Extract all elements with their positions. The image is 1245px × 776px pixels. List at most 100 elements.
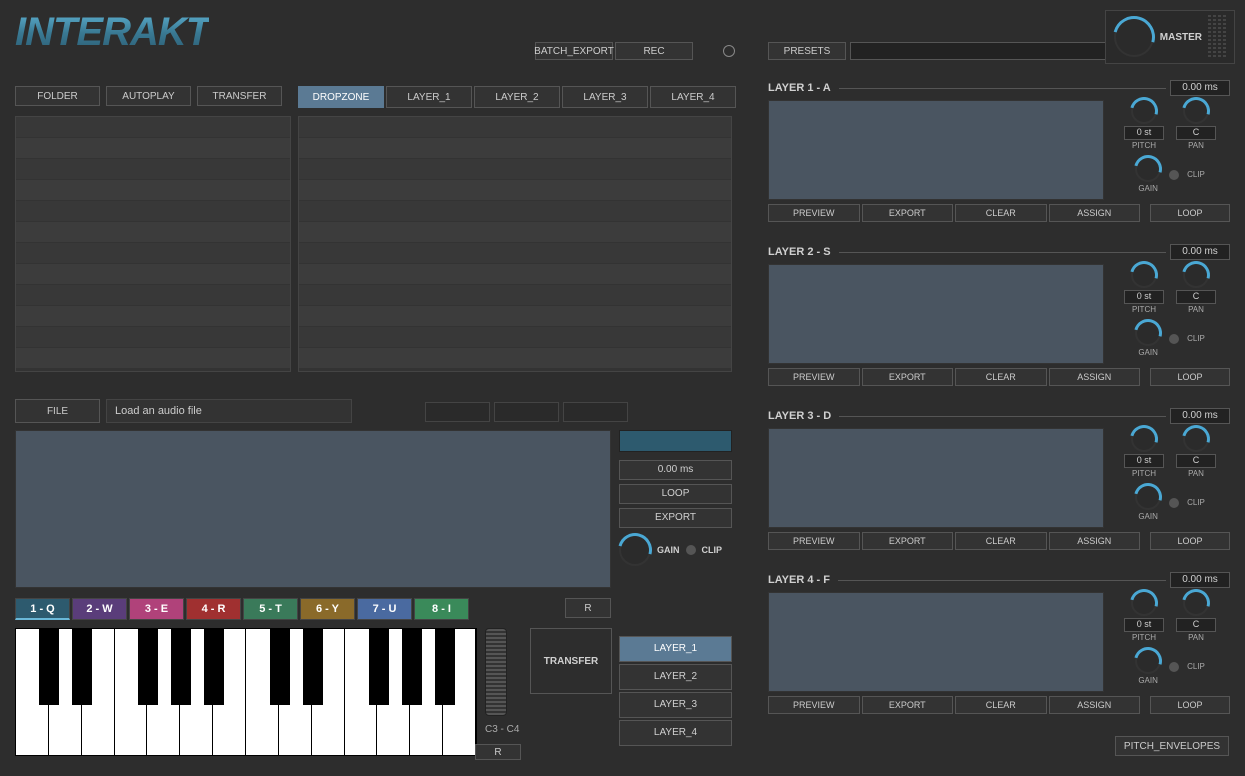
- presets-button[interactable]: PRESETS: [768, 42, 846, 60]
- master-gain-knob[interactable]: [1114, 17, 1154, 57]
- layer-gain-knob[interactable]: [1135, 484, 1161, 510]
- tab-layer-3[interactable]: LAYER_3: [562, 86, 648, 108]
- layer-export-button[interactable]: EXPORT: [862, 204, 954, 222]
- tab-layer-1[interactable]: LAYER_1: [386, 86, 472, 108]
- black-key[interactable]: [39, 629, 59, 705]
- clip-indicator-icon: [1169, 334, 1179, 344]
- layer-loop-button[interactable]: LOOP: [1150, 204, 1230, 222]
- main-waveform[interactable]: [15, 430, 611, 588]
- layer-assign-button[interactable]: ASSIGN: [1049, 368, 1141, 386]
- layer-assign-button[interactable]: ASSIGN: [1049, 204, 1141, 222]
- layer-preview-button[interactable]: PREVIEW: [768, 204, 860, 222]
- layer-waveform[interactable]: [768, 100, 1104, 200]
- layer-preview-button[interactable]: PREVIEW: [768, 696, 860, 714]
- tab-layer-2[interactable]: LAYER_2: [474, 86, 560, 108]
- file-button[interactable]: FILE: [15, 399, 100, 423]
- layer-waveform[interactable]: [768, 264, 1104, 364]
- layer-select-2[interactable]: LAYER_2: [619, 664, 732, 690]
- layer-preview-button[interactable]: PREVIEW: [768, 532, 860, 550]
- layer-block-3: LAYER 3 - D 0.00 ms 0 stPITCH CPAN GAIN …: [768, 408, 1230, 550]
- preset-name-field[interactable]: [850, 42, 1110, 60]
- layer-gain-knob[interactable]: [1135, 320, 1161, 346]
- transfer-button[interactable]: TRANSFER: [197, 86, 282, 106]
- clip-indicator-icon: [686, 545, 696, 555]
- info-field-1: [425, 402, 490, 422]
- layer-block-1: LAYER 1 - A 0.00 ms 0 st PITCH C PAN GAI…: [768, 80, 1230, 222]
- master-section: MASTER: [1105, 10, 1235, 64]
- layer-clear-button[interactable]: CLEAR: [955, 368, 1047, 386]
- layer-loop-button[interactable]: LOOP: [1150, 532, 1230, 550]
- key-trigger-4[interactable]: 4 - R: [186, 598, 241, 620]
- layer-assign-button[interactable]: ASSIGN: [1049, 696, 1141, 714]
- pitch-knob[interactable]: [1131, 98, 1157, 124]
- layer-clear-button[interactable]: CLEAR: [955, 204, 1047, 222]
- layer-export-button[interactable]: EXPORT: [862, 368, 954, 386]
- layer-title: LAYER 1 - A: [768, 82, 831, 94]
- layer-block-2: LAYER 2 - S 0.00 ms 0 stPITCH CPAN GAIN …: [768, 244, 1230, 386]
- key-trigger-8[interactable]: 8 - I: [414, 598, 469, 620]
- clip-indicator-icon: [1169, 170, 1179, 180]
- preview-gain-knob[interactable]: [619, 534, 651, 566]
- pitch-knob[interactable]: [1131, 262, 1157, 288]
- layer-waveform[interactable]: [768, 428, 1104, 528]
- layer-select-3[interactable]: LAYER_3: [619, 692, 732, 718]
- pitch-envelopes-button[interactable]: PITCH_ENVELOPES: [1115, 736, 1229, 756]
- layer-duration: 0.00 ms: [1170, 80, 1230, 96]
- tab-layer-4[interactable]: LAYER_4: [650, 86, 736, 108]
- export-button[interactable]: EXPORT: [619, 508, 732, 528]
- layer-select-1[interactable]: LAYER_1: [619, 636, 732, 662]
- layer-waveform[interactable]: [768, 592, 1104, 692]
- pan-knob[interactable]: [1183, 262, 1209, 288]
- file-browser-list[interactable]: [15, 116, 291, 372]
- pitch-knob[interactable]: [1131, 590, 1157, 616]
- pitch-wheel[interactable]: [485, 628, 507, 716]
- layer-clear-button[interactable]: CLEAR: [955, 696, 1047, 714]
- key-trigger-1[interactable]: 1 - Q: [15, 598, 70, 620]
- layer-gain-knob[interactable]: [1135, 648, 1161, 674]
- pitch-knob[interactable]: [1131, 426, 1157, 452]
- layer-assign-button[interactable]: ASSIGN: [1049, 532, 1141, 550]
- key-trigger-2[interactable]: 2 - W: [72, 598, 127, 620]
- preview-waveform[interactable]: [619, 430, 732, 452]
- pan-value: C: [1176, 126, 1216, 140]
- layer-preview-button[interactable]: PREVIEW: [768, 368, 860, 386]
- layer-export-button[interactable]: EXPORT: [862, 696, 954, 714]
- key-trigger-3[interactable]: 3 - E: [129, 598, 184, 620]
- layer-export-button[interactable]: EXPORT: [862, 532, 954, 550]
- folder-button[interactable]: FOLDER: [15, 86, 100, 106]
- layer-block-4: LAYER 4 - F 0.00 ms 0 stPITCH CPAN GAIN …: [768, 572, 1230, 714]
- r-button-2[interactable]: R: [475, 744, 521, 760]
- duration-display: 0.00 ms: [619, 460, 732, 480]
- loop-button[interactable]: LOOP: [619, 484, 732, 504]
- pan-knob[interactable]: [1183, 98, 1209, 124]
- autoplay-button[interactable]: AUTOPLAY: [106, 86, 191, 106]
- piano-keyboard[interactable]: [15, 628, 477, 756]
- pitch-value: 0 st: [1124, 126, 1164, 140]
- dropzone-list[interactable]: [298, 116, 732, 372]
- pan-knob[interactable]: [1183, 590, 1209, 616]
- gain-label: GAIN: [657, 545, 680, 555]
- layer-select-4[interactable]: LAYER_4: [619, 720, 732, 746]
- list-item: [16, 117, 290, 138]
- layer-loop-button[interactable]: LOOP: [1150, 368, 1230, 386]
- app-logo: INTERAKT: [15, 10, 209, 55]
- key-trigger-5[interactable]: 5 - T: [243, 598, 298, 620]
- pan-knob[interactable]: [1183, 426, 1209, 452]
- file-path-field[interactable]: Load an audio file: [106, 399, 352, 423]
- r-button-1[interactable]: R: [565, 598, 611, 618]
- layer-loop-button[interactable]: LOOP: [1150, 696, 1230, 714]
- info-field-2: [494, 402, 559, 422]
- key-trigger-6[interactable]: 6 - Y: [300, 598, 355, 620]
- transfer-box-button[interactable]: TRANSFER: [530, 628, 612, 694]
- layer-clear-button[interactable]: CLEAR: [955, 532, 1047, 550]
- info-field-3: [563, 402, 628, 422]
- tab-dropzone[interactable]: DROPZONE: [298, 86, 384, 108]
- rec-button[interactable]: REC: [615, 42, 693, 60]
- key-trigger-7[interactable]: 7 - U: [357, 598, 412, 620]
- rec-indicator-icon: [723, 45, 735, 57]
- batch-export-button[interactable]: BATCH_EXPORT: [535, 42, 613, 60]
- master-label: MASTER: [1160, 32, 1202, 43]
- clip-label: CLIP: [702, 545, 723, 555]
- clip-indicator-icon: [1169, 498, 1179, 508]
- layer-gain-knob[interactable]: [1135, 156, 1161, 182]
